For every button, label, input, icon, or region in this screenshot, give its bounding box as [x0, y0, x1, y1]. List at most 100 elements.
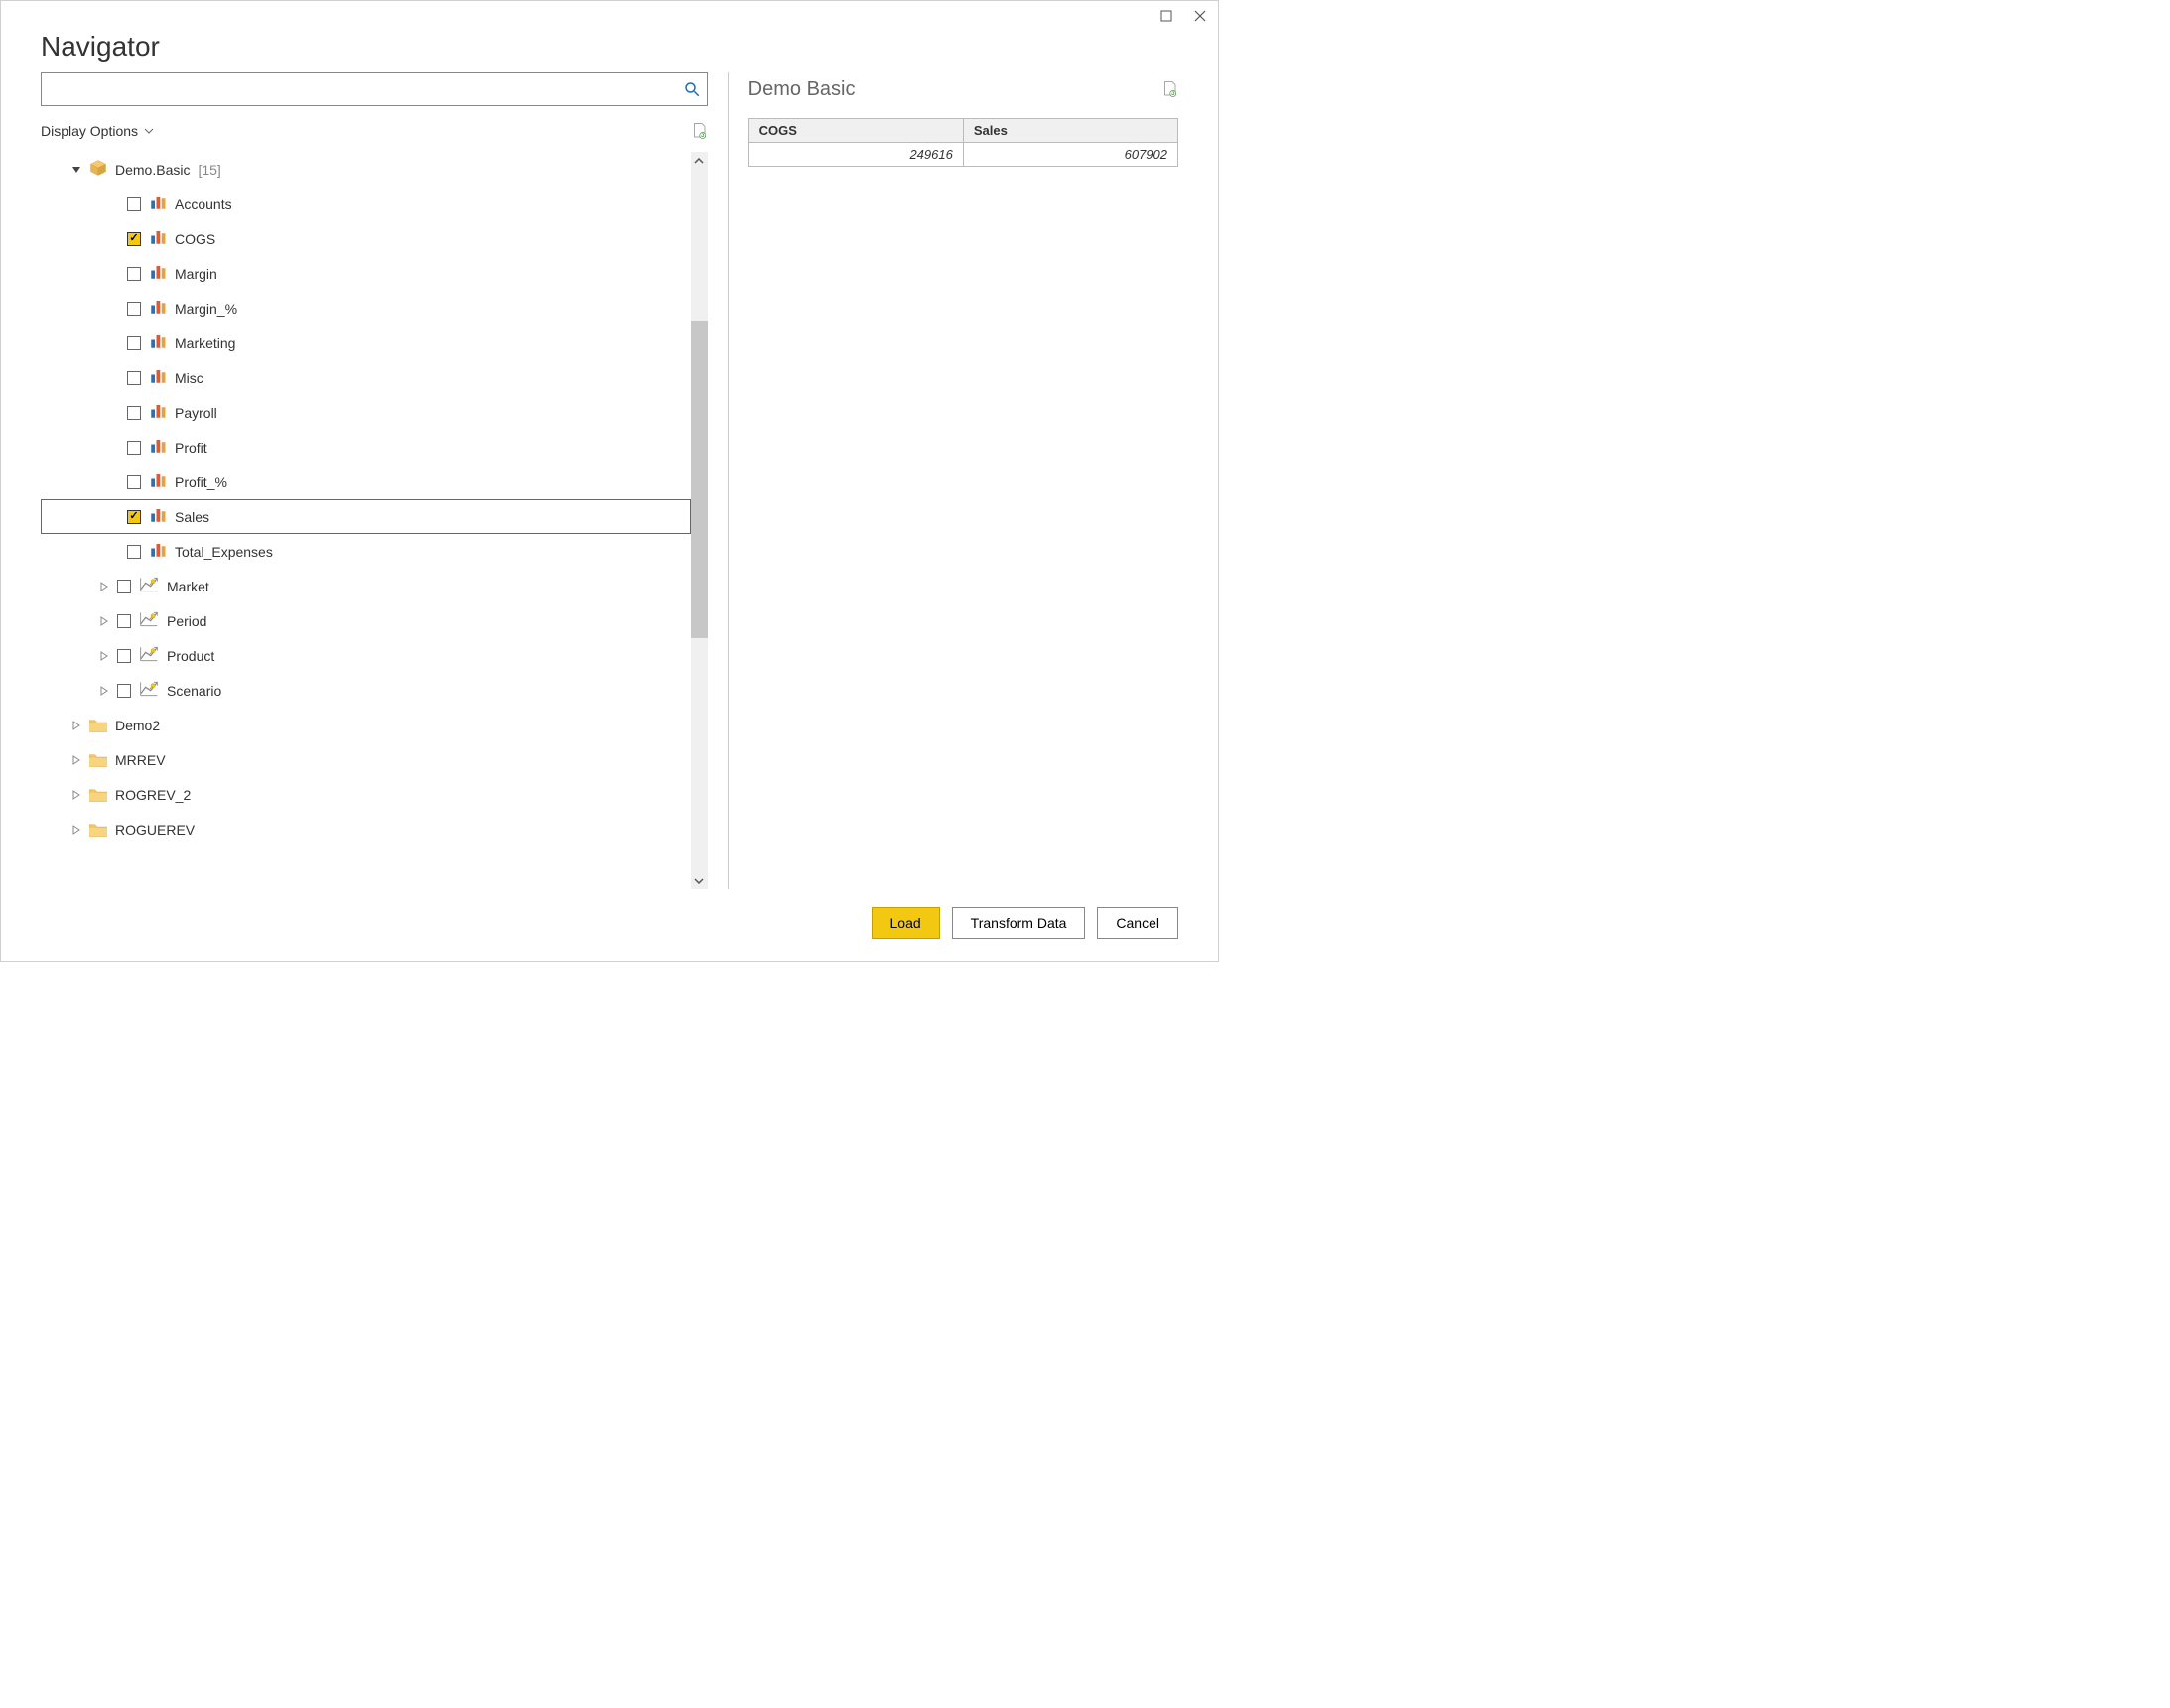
maximize-button[interactable] [1158, 8, 1174, 24]
folder-icon [89, 788, 107, 802]
checkbox[interactable] [127, 545, 141, 559]
caret-right-icon[interactable] [71, 790, 81, 800]
tree-item-label: ROGREV_2 [115, 787, 191, 803]
scrollbar-thumb[interactable] [691, 321, 708, 638]
checkbox[interactable] [127, 302, 141, 316]
tree-panel: Display Options Demo.Basic [15]AccountsC… [41, 72, 708, 889]
checkbox[interactable] [127, 475, 141, 489]
tree-measure-item[interactable]: Accounts [41, 187, 691, 221]
caret-right-icon[interactable] [99, 616, 109, 626]
checkbox[interactable] [127, 336, 141, 350]
dimension-icon [139, 576, 159, 596]
object-tree[interactable]: Demo.Basic [15]AccountsCOGS Margin Margin_… [41, 152, 691, 889]
tree-scrollbar[interactable] [691, 152, 708, 889]
tree-folder-item[interactable]: MRREV [41, 742, 691, 777]
tree-measure-item[interactable]: Marketing [41, 326, 691, 360]
measure-icon [149, 367, 167, 388]
column-header[interactable]: COGS [748, 119, 963, 143]
dimension-icon [139, 680, 159, 701]
checkbox[interactable] [117, 649, 131, 663]
window-titlebar [1, 1, 1218, 31]
tree-node-count: [15] [198, 162, 220, 178]
checkbox[interactable] [127, 267, 141, 281]
measure-icon [149, 437, 167, 458]
checkbox[interactable] [127, 232, 141, 246]
caret-right-icon[interactable] [71, 721, 81, 730]
tree-dimension-item[interactable]: Market [41, 569, 691, 603]
close-button[interactable] [1192, 8, 1208, 24]
tree-folder-item[interactable]: Demo2 [41, 708, 691, 742]
tree-item-label: Product [167, 648, 214, 664]
checkbox[interactable] [117, 580, 131, 593]
tree-item-label: Market [167, 579, 209, 594]
scroll-down-arrow[interactable] [691, 872, 708, 889]
tree-item-label: Scenario [167, 683, 221, 699]
dialog-footer: Load Transform Data Cancel [1, 889, 1218, 961]
load-button[interactable]: Load [872, 907, 940, 939]
cancel-button[interactable]: Cancel [1097, 907, 1178, 939]
dimension-icon [139, 610, 159, 631]
folder-icon [89, 823, 107, 837]
tree-cube-node[interactable]: Demo.Basic [15] [41, 152, 691, 187]
checkbox[interactable] [127, 510, 141, 524]
checkbox[interactable] [117, 614, 131, 628]
preview-table: COGS Sales 249616 607902 [748, 118, 1178, 167]
dimension-icon [139, 645, 159, 666]
tree-item-label: Margin_% [175, 301, 237, 317]
tree-item-label: ROGUEREV [115, 822, 195, 838]
folder-icon [89, 719, 107, 732]
measure-icon [149, 402, 167, 423]
tree-measure-item[interactable]: Profit [41, 430, 691, 464]
cube-icon [89, 159, 107, 180]
caret-right-icon[interactable] [99, 686, 109, 696]
tree-folder-item[interactable]: ROGUEREV [41, 812, 691, 847]
scroll-up-arrow[interactable] [691, 152, 708, 169]
tree-item-label: Profit_% [175, 474, 227, 490]
table-cell: 607902 [963, 143, 1177, 167]
tree-measure-item[interactable]: Total_Expenses [41, 534, 691, 569]
transform-data-button[interactable]: Transform Data [952, 907, 1086, 939]
refresh-icon[interactable] [690, 122, 708, 140]
column-header[interactable]: Sales [963, 119, 1177, 143]
tree-measure-item[interactable]: Profit_% [41, 464, 691, 499]
tree-item-label: Profit [175, 440, 207, 456]
display-options-dropdown[interactable]: Display Options [41, 123, 154, 139]
tree-item-label: Marketing [175, 335, 235, 351]
tree-dimension-item[interactable]: Period [41, 603, 691, 638]
checkbox[interactable] [127, 371, 141, 385]
search-icon[interactable] [677, 80, 707, 98]
tree-measure-item[interactable]: Margin [41, 256, 691, 291]
caret-right-icon[interactable] [71, 755, 81, 765]
measure-icon [149, 541, 167, 562]
caret-down-icon[interactable] [71, 165, 81, 175]
caret-right-icon[interactable] [99, 651, 109, 661]
tree-item-label: Demo2 [115, 718, 160, 733]
tree-dimension-item[interactable]: Product [41, 638, 691, 673]
tree-measure-item[interactable]: COGS [41, 221, 691, 256]
navigator-dialog: Navigator Display Options Demo.Basi [0, 0, 1219, 962]
tree-dimension-item[interactable]: Scenario [41, 673, 691, 708]
caret-right-icon[interactable] [71, 825, 81, 835]
checkbox[interactable] [127, 441, 141, 455]
tree-item-label: Margin [175, 266, 217, 282]
folder-icon [89, 753, 107, 767]
preview-title: Demo Basic [748, 78, 856, 101]
preview-refresh-icon[interactable] [1160, 80, 1178, 98]
tree-folder-item[interactable]: ROGREV_2 [41, 777, 691, 812]
table-row[interactable]: 249616 607902 [748, 143, 1177, 167]
search-input[interactable] [42, 73, 677, 105]
checkbox[interactable] [127, 197, 141, 211]
measure-icon [149, 471, 167, 492]
measure-icon [149, 506, 167, 527]
tree-measure-item[interactable]: Misc [41, 360, 691, 395]
measure-icon [149, 263, 167, 284]
checkbox[interactable] [127, 406, 141, 420]
tree-measure-item[interactable]: Payroll [41, 395, 691, 430]
table-cell: 249616 [748, 143, 963, 167]
checkbox[interactable] [117, 684, 131, 698]
tree-measure-item[interactable]: Sales [41, 499, 691, 534]
search-box[interactable] [41, 72, 708, 106]
tree-item-label: Payroll [175, 405, 217, 421]
tree-measure-item[interactable]: Margin_% [41, 291, 691, 326]
caret-right-icon[interactable] [99, 582, 109, 591]
